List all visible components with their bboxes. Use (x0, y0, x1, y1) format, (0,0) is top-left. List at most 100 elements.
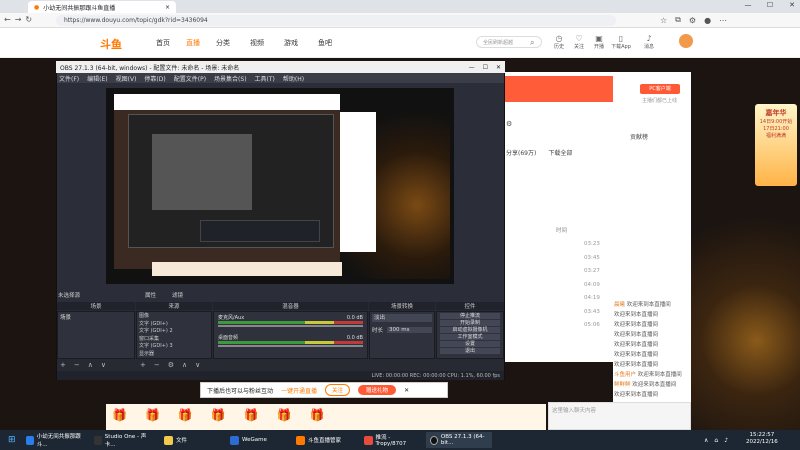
obs-menu-tools[interactable]: 工具(T) (255, 74, 275, 83)
forward-icon[interactable]: → (15, 15, 22, 24)
taskbar-item[interactable]: 推流 - Tropy/8707 (360, 432, 424, 448)
stop-streaming-button[interactable]: 停止推流 (440, 313, 500, 319)
source-settings-icon[interactable]: ⚙ (168, 361, 174, 369)
star-icon[interactable]: ☆ (660, 16, 667, 25)
site-logo[interactable]: 斗鱼 (100, 36, 122, 52)
studio-mode-button[interactable]: 工作室模式 (440, 334, 500, 340)
minimize-icon[interactable]: — (740, 1, 756, 9)
nav-home[interactable]: 首页 (156, 38, 170, 48)
gift-icon[interactable]: 🎁 (211, 408, 226, 422)
obs-menu-scene-collection[interactable]: 场景集合(S) (214, 74, 247, 83)
browser-tab[interactable]: ● 小幼无间共振那跟斗鱼直播 × (28, 1, 176, 13)
collections-icon[interactable]: ⧉ (675, 15, 681, 25)
add-scene-icon[interactable]: + (60, 361, 66, 369)
follow-list-button[interactable]: ♡ 关注 (570, 34, 588, 50)
url-field[interactable]: https://www.douyu.com/topic/gdk?rid=3436… (56, 15, 616, 26)
gift-icon[interactable]: 🎁 (145, 408, 160, 422)
popup-link[interactable]: 一键开通直播 (281, 386, 317, 395)
maximize-icon[interactable]: ☐ (762, 1, 778, 9)
gift-icon[interactable]: 🎁 (310, 408, 325, 422)
gift-icon[interactable]: 🎁 (112, 408, 127, 422)
volume-slider[interactable] (218, 325, 363, 327)
follow-button[interactable]: 关注 (325, 384, 351, 396)
move-up-icon[interactable]: ∧ (182, 361, 187, 369)
obs-menu-docks[interactable]: 停靠(D) (144, 74, 165, 83)
network-icon[interactable]: ⌂ (714, 437, 718, 444)
taskbar-item[interactable]: Studio One - 声卡... (90, 432, 154, 448)
obs-menu-profile[interactable]: 配置文件(P) (174, 74, 206, 83)
pc-client-button[interactable]: PC客户端 (640, 84, 680, 94)
profile-icon[interactable]: ● (704, 16, 711, 25)
start-recording-button[interactable]: 开始录制 (440, 320, 500, 326)
gift-icon[interactable]: 🎁 (244, 408, 259, 422)
source-item[interactable]: 显示器 (139, 351, 209, 359)
obs-close-icon[interactable]: ✕ (496, 64, 501, 71)
start-stream-button[interactable]: ▣ 开播 (590, 34, 608, 50)
back-icon[interactable]: ← (4, 15, 11, 24)
messages-button[interactable]: ♪ 消息 (640, 34, 658, 50)
settings-gear-icon[interactable]: ⚙ (506, 120, 512, 128)
nav-fishbar[interactable]: 鱼吧 (318, 38, 332, 48)
rank-label[interactable]: 贡献榜 (630, 132, 648, 141)
taskbar-item[interactable]: 文件 (160, 432, 216, 448)
start-button[interactable]: ⊞ (4, 432, 20, 448)
obs-menu-edit[interactable]: 编辑(E) (87, 74, 107, 83)
scenes-list[interactable]: 场景 (57, 311, 135, 359)
source-item[interactable]: 窗口采集 (139, 336, 209, 344)
settings-button[interactable]: 设置 (440, 341, 500, 347)
nav-category[interactable]: 分类 (216, 38, 230, 48)
source-item[interactable]: 文字 (GDI+) (139, 321, 209, 329)
obs-maximize-icon[interactable]: ☐ (483, 64, 488, 71)
nav-video[interactable]: 视频 (250, 38, 264, 48)
taskbar-item[interactable]: WeGame (226, 432, 286, 448)
transition-select[interactable]: 淡出 (372, 314, 432, 322)
duration-input[interactable]: 300 ms (387, 327, 432, 333)
obs-menu-help[interactable]: 帮助(H) (283, 74, 304, 83)
chat-input[interactable]: 这里输入聊天内容 (548, 402, 691, 430)
remove-scene-icon[interactable]: − (74, 361, 80, 369)
exit-button[interactable]: 退出 (440, 348, 500, 354)
scene-item[interactable]: 场景 (58, 312, 134, 322)
obs-menu-view[interactable]: 视图(V) (116, 74, 137, 83)
popup-close-icon[interactable]: ✕ (404, 387, 409, 394)
taskbar-item[interactable]: 斗鱼直播管家 (292, 432, 358, 448)
time-value: 03:27 (584, 268, 600, 274)
extensions-icon[interactable]: ⚙ (689, 16, 696, 25)
source-item[interactable]: 文字 (GDI+) 3 (139, 343, 209, 351)
move-down-icon[interactable]: ∨ (101, 361, 106, 369)
history-button[interactable]: ◷ 历史 (550, 34, 568, 50)
add-source-icon[interactable]: + (140, 361, 146, 369)
volume-slider[interactable] (218, 345, 363, 347)
gift-icon[interactable]: 🎁 (277, 408, 292, 422)
start-virtual-camera-button[interactable]: 启动虚拟摄像机 (440, 327, 500, 333)
close-tab-icon[interactable]: × (165, 4, 170, 11)
remove-source-icon[interactable]: − (154, 361, 160, 369)
gift-icon[interactable]: 🎁 (178, 408, 193, 422)
event-promo-banner[interactable]: 嘉年华 14日9:00开始 17日21:00 福利满满 (755, 104, 797, 186)
reload-icon[interactable]: ↻ (25, 15, 32, 24)
taskbar-item[interactable]: OBS 27.1.3 (64-bit... (426, 432, 492, 448)
obs-menu-file[interactable]: 文件(F) (59, 74, 79, 83)
download-app-button[interactable]: ▯ 下载App (608, 34, 634, 50)
menu-icon[interactable]: ⋯ (719, 16, 727, 25)
volume-icon[interactable]: ♪ (724, 437, 728, 444)
close-window-icon[interactable]: ✕ (784, 1, 800, 9)
system-clock[interactable]: 15:22:57 2022/12/16 (746, 432, 778, 446)
source-item[interactable]: 文字 (GDI+) 2 (139, 328, 209, 336)
search-icon[interactable]: ⌕ (530, 38, 534, 48)
sources-list[interactable]: 图像 文字 (GDI+) 文字 (GDI+) 2 窗口采集 文字 (GDI+) … (136, 311, 212, 359)
send-gift-button[interactable]: 赠送礼物 (358, 385, 397, 395)
source-item[interactable]: 图像 (139, 313, 209, 321)
nav-game[interactable]: 游戏 (284, 38, 298, 48)
share-button[interactable]: 分享(69万) (506, 148, 536, 157)
taskbar-item[interactable]: 小幼无间共振那跟斗... (22, 432, 88, 448)
move-down-icon[interactable]: ∨ (195, 361, 200, 369)
nav-live[interactable]: 直播 (186, 38, 200, 48)
download-all-button[interactable]: 下载全部 (548, 148, 572, 157)
filters-button[interactable]: 滤镜 (172, 291, 183, 299)
obs-minimize-icon[interactable]: — (469, 64, 475, 71)
chevron-up-icon[interactable]: ∧ (704, 437, 708, 444)
user-avatar[interactable] (678, 33, 694, 49)
move-up-icon[interactable]: ∧ (88, 361, 93, 369)
properties-button[interactable]: 属性 (145, 291, 156, 299)
